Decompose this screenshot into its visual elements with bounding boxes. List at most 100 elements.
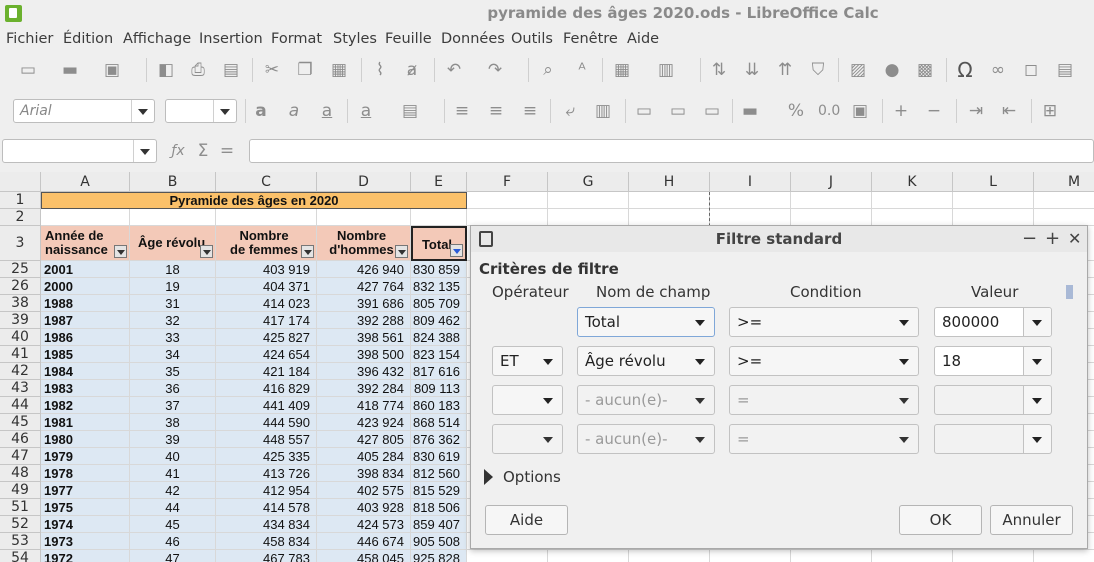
column-header[interactable]: K (872, 172, 953, 192)
cell[interactable] (710, 192, 791, 209)
cell-year[interactable]: 1986 (41, 329, 130, 346)
cell[interactable] (629, 192, 710, 209)
column-header[interactable]: A (41, 172, 130, 192)
row-header[interactable]: 25 (0, 261, 41, 278)
cell-women[interactable]: 467 783 (216, 550, 317, 562)
cell-year[interactable]: 1974 (41, 516, 130, 533)
menu-outils[interactable]: Outils (511, 29, 553, 49)
operator-select-2[interactable]: ET (492, 346, 563, 376)
chevron-down-icon[interactable] (213, 100, 236, 122)
autofilter-button-icon[interactable] (450, 244, 463, 257)
close-icon[interactable]: ✕ (1068, 229, 1081, 249)
value-text[interactable]: 800000 (942, 313, 999, 331)
cell-total[interactable]: 815 529 (411, 482, 467, 499)
column-header[interactable]: M (1034, 172, 1094, 192)
field-name-select-4[interactable]: - aucun(e)- (577, 424, 715, 454)
column-header[interactable]: G (548, 172, 629, 192)
chevron-down-icon[interactable] (131, 100, 154, 122)
cell-year[interactable]: 1981 (41, 414, 130, 431)
hyperlink-icon[interactable]: ∞ (988, 60, 1008, 80)
increase-indent-icon[interactable]: ⇥ (966, 101, 986, 121)
cell-women[interactable]: 403 919 (216, 261, 317, 278)
row-header[interactable]: 53 (0, 533, 41, 550)
save-icon[interactable]: ▣ (102, 60, 122, 80)
align-right-icon[interactable]: ≡ (520, 101, 540, 121)
highlight-icon[interactable]: ▤ (400, 101, 420, 121)
cell-total[interactable]: 824 388 (411, 329, 467, 346)
cell-men[interactable]: 396 432 (317, 363, 411, 380)
cell[interactable] (629, 550, 710, 562)
options-label[interactable]: Options (503, 468, 561, 486)
cell-age[interactable]: 38 (130, 414, 216, 431)
cell-men[interactable]: 392 284 (317, 380, 411, 397)
cell-total[interactable]: 905 508 (411, 533, 467, 550)
cell-age[interactable]: 44 (130, 499, 216, 516)
merge-cells-icon[interactable]: ▥ (593, 101, 613, 121)
condition-select-4[interactable]: = (729, 424, 919, 454)
number-format-icon[interactable]: 0.0 (818, 101, 840, 121)
autofilter-button-icon[interactable] (114, 245, 127, 258)
cell-women[interactable]: 416 829 (216, 380, 317, 397)
cell-age[interactable]: 47 (130, 550, 216, 562)
column-header[interactable]: H (629, 172, 710, 192)
column-header[interactable]: I (710, 172, 791, 192)
cell-women[interactable]: 444 590 (216, 414, 317, 431)
cell-women[interactable]: 404 371 (216, 278, 317, 295)
cell-age[interactable]: 19 (130, 278, 216, 295)
column-icon[interactable]: ▥ (656, 60, 676, 80)
scroll-indicator[interactable] (1066, 285, 1073, 299)
cell-men[interactable]: 391 686 (317, 295, 411, 312)
align-left-icon[interactable]: ≡ (452, 101, 472, 121)
cell-women[interactable]: 414 578 (216, 499, 317, 516)
row-header[interactable]: 1 (0, 192, 41, 209)
currency-format-icon[interactable]: ▬ (740, 101, 760, 121)
sort-descending-icon[interactable]: ⇈ (775, 60, 795, 80)
header-nombre-femmes[interactable]: Nombre de femmes (216, 226, 317, 261)
cell-men[interactable]: 423 924 (317, 414, 411, 431)
menu-affichage[interactable]: Affichage (123, 29, 191, 49)
print-icon[interactable]: ⎙ (188, 60, 208, 80)
cell-total[interactable]: 830 859 (411, 261, 467, 278)
pivot-icon[interactable]: ▩ (915, 60, 935, 80)
header-annee-naissance[interactable]: Année de naissance (41, 226, 130, 261)
column-header[interactable]: C (216, 172, 317, 192)
cell-men[interactable]: 402 575 (317, 482, 411, 499)
cell-age[interactable]: 31 (130, 295, 216, 312)
row-header[interactable]: 51 (0, 499, 41, 516)
row-header[interactable]: 40 (0, 329, 41, 346)
formula-input[interactable] (249, 139, 1094, 163)
align-bottom-icon[interactable]: ▭ (702, 101, 722, 121)
cell-total[interactable]: 860 183 (411, 397, 467, 414)
borders-icon[interactable]: ⊞ (1040, 101, 1060, 121)
cell[interactable] (953, 550, 1034, 562)
header-nombre-hommes[interactable]: Nombre d'hommes (317, 226, 411, 261)
cell[interactable] (791, 192, 872, 209)
condition-select-3[interactable]: = (729, 385, 919, 415)
autofilter-button-icon[interactable] (301, 245, 314, 258)
cell-age[interactable]: 32 (130, 312, 216, 329)
cell-women[interactable]: 414 023 (216, 295, 317, 312)
ok-button[interactable]: OK (899, 505, 982, 535)
menu-aide[interactable]: Aide (627, 29, 659, 49)
function-wizard-icon[interactable]: ƒx (168, 141, 188, 161)
cell-age[interactable]: 42 (130, 482, 216, 499)
cell[interactable] (130, 209, 216, 226)
cell-men[interactable]: 392 288 (317, 312, 411, 329)
cell-women[interactable]: 425 827 (216, 329, 317, 346)
cell[interactable] (548, 192, 629, 209)
row-header[interactable]: 44 (0, 397, 41, 414)
cell-total[interactable]: 817 616 (411, 363, 467, 380)
undo-icon[interactable]: ↶ (444, 60, 464, 80)
cell-year[interactable]: 2000 (41, 278, 130, 295)
cell-women[interactable]: 421 184 (216, 363, 317, 380)
cell-men[interactable]: 427 764 (317, 278, 411, 295)
cell-total[interactable]: 830 619 (411, 448, 467, 465)
percent-format-icon[interactable]: % (786, 101, 806, 121)
column-header[interactable]: L (953, 172, 1034, 192)
cell[interactable] (467, 192, 548, 209)
menu-donnees[interactable]: Données (441, 29, 505, 49)
cell-year[interactable]: 1984 (41, 363, 130, 380)
cell-total[interactable]: 868 514 (411, 414, 467, 431)
row-header[interactable]: 42 (0, 363, 41, 380)
cell-age[interactable]: 34 (130, 346, 216, 363)
